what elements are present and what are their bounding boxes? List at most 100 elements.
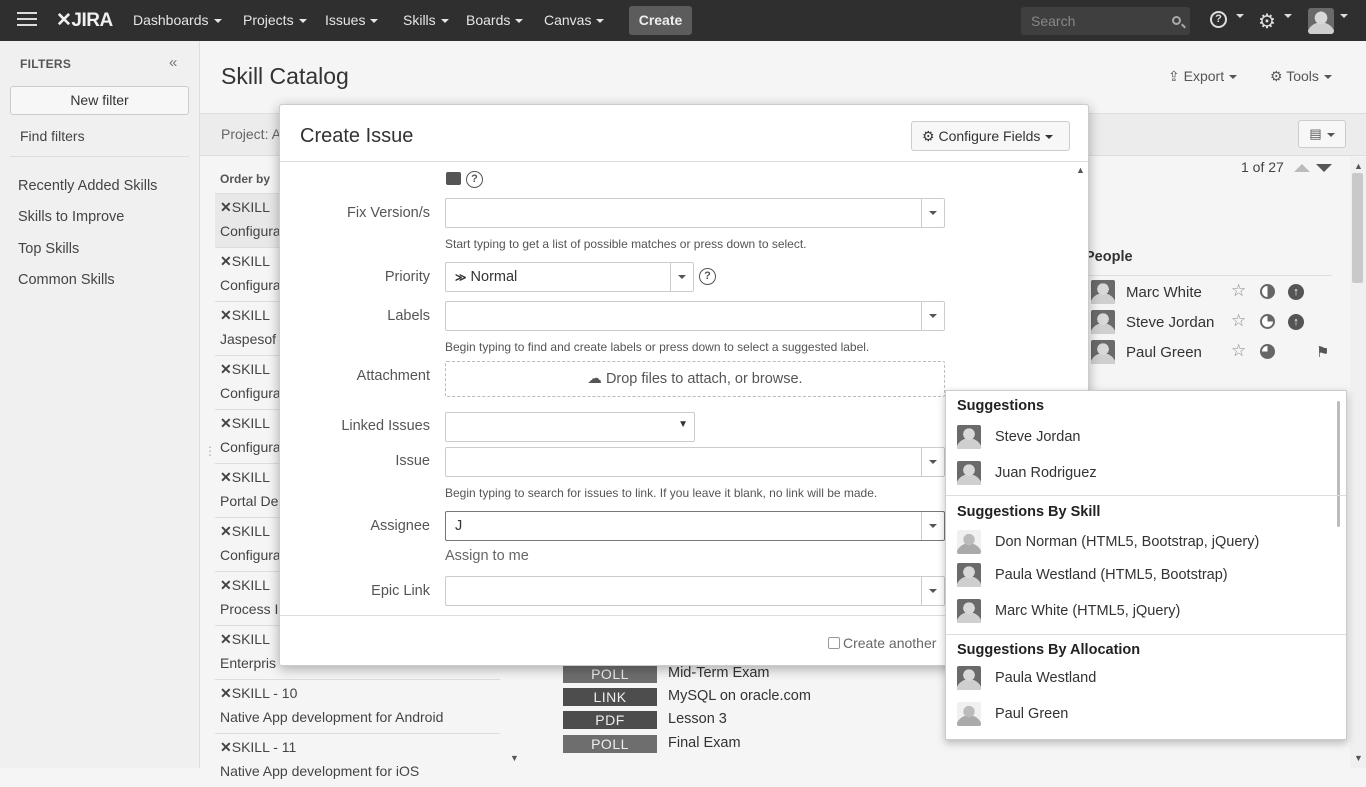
labels-input[interactable] bbox=[445, 301, 945, 331]
suggestion-item[interactable]: Paula Westland bbox=[957, 666, 1337, 692]
skill-icon: ✕ bbox=[220, 523, 232, 539]
attachment-title[interactable]: Mid-Term Exam bbox=[668, 665, 770, 681]
chevron-down-icon[interactable] bbox=[670, 263, 693, 291]
star-icon[interactable]: ☆ bbox=[1231, 311, 1246, 331]
suggestion-item[interactable]: Marc White (HTML5, jQuery) bbox=[957, 599, 1337, 625]
dialog-title: Create Issue bbox=[300, 125, 414, 147]
export-icon: ⇪ bbox=[1168, 68, 1180, 84]
page-title: Skill Catalog bbox=[221, 63, 349, 89]
avatar bbox=[1091, 280, 1115, 304]
previous-issue-icon[interactable] bbox=[1293, 164, 1310, 172]
project-filter[interactable]: Project: A bbox=[221, 126, 281, 142]
suggestion-item[interactable]: Paul Green bbox=[957, 702, 1337, 728]
configure-fields-button[interactable]: ⚙ Configure Fields bbox=[911, 121, 1070, 151]
dialog-header: Create Issue ⚙ Configure Fields bbox=[280, 105, 1088, 162]
create-another-checkbox[interactable]: Create another bbox=[828, 635, 936, 651]
assign-to-me-link[interactable]: Assign to me bbox=[445, 548, 529, 564]
collapse-sidebar-icon[interactable]: « bbox=[169, 54, 177, 71]
attachment-title[interactable]: Final Exam bbox=[668, 735, 741, 751]
person-name[interactable]: Paul Green bbox=[1126, 344, 1202, 361]
tools-button[interactable]: ⚙ Tools bbox=[1270, 68, 1332, 85]
person-name[interactable]: Steve Jordan bbox=[1126, 314, 1214, 331]
attachment-title[interactable]: Lesson 3 bbox=[668, 711, 727, 727]
priority-value: ≫ Normal bbox=[455, 269, 518, 285]
chevron-down-icon: ▼ bbox=[678, 419, 688, 430]
suggestion-item[interactable]: Juan Rodriguez bbox=[957, 461, 1337, 487]
nav-skills[interactable]: Skills bbox=[403, 12, 449, 28]
checkbox[interactable] bbox=[828, 637, 840, 649]
assignee-input[interactable]: J bbox=[445, 511, 945, 541]
scroll-down-icon[interactable]: ▼ bbox=[1354, 753, 1363, 763]
priority-select[interactable]: ≫ Normal bbox=[445, 262, 694, 292]
search-placeholder: Search bbox=[1031, 13, 1076, 29]
divider bbox=[946, 634, 1346, 635]
avatar bbox=[957, 425, 981, 449]
avatar bbox=[957, 666, 981, 690]
person-name[interactable]: Marc White bbox=[1126, 284, 1202, 301]
suggestion-item[interactable]: Steve Jordan bbox=[957, 425, 1337, 451]
find-filters-link[interactable]: Find filters bbox=[20, 128, 85, 144]
chevron-down-icon[interactable] bbox=[921, 302, 944, 330]
scrollbar-thumb[interactable] bbox=[1337, 401, 1340, 527]
flag-icon: ⚑ bbox=[1316, 344, 1330, 361]
cloud-upload-icon: ☁ bbox=[587, 371, 602, 387]
attachment-dropzone[interactable]: ☁ Drop files to attach, or browse. bbox=[445, 361, 945, 397]
suggestion-item[interactable]: Paula Westland (HTML5, Bootstrap) bbox=[957, 563, 1337, 589]
chevron-down-icon[interactable] bbox=[921, 448, 944, 476]
create-button[interactable]: Create bbox=[629, 6, 692, 35]
suggestion-item[interactable]: Don Norman (HTML5, Bootstrap, jQuery) bbox=[957, 530, 1337, 556]
scroll-up-icon[interactable]: ▲ bbox=[1076, 165, 1085, 175]
help-icon[interactable]: ? bbox=[1210, 11, 1227, 28]
next-issue-icon[interactable] bbox=[1315, 164, 1332, 172]
nav-projects[interactable]: Projects bbox=[243, 12, 307, 28]
nav-canvas[interactable]: Canvas bbox=[544, 12, 605, 28]
filter-common-skills[interactable]: Common Skills bbox=[18, 272, 115, 288]
filter-top-skills[interactable]: Top Skills bbox=[18, 241, 79, 257]
jira-logo[interactable]: ✕JIRA bbox=[56, 9, 113, 32]
nav-issues[interactable]: Issues bbox=[325, 12, 379, 28]
scroll-up-icon[interactable]: ▲ bbox=[1354, 161, 1363, 171]
filter-skills-to-improve[interactable]: Skills to Improve bbox=[18, 209, 124, 225]
star-icon[interactable]: ☆ bbox=[1231, 281, 1246, 301]
folder-icon[interactable] bbox=[446, 172, 461, 185]
new-filter-button[interactable]: New filter bbox=[10, 86, 189, 115]
nav-boards[interactable]: Boards bbox=[466, 12, 524, 28]
user-avatar[interactable] bbox=[1308, 8, 1334, 34]
star-icon[interactable]: ☆ bbox=[1231, 341, 1246, 361]
issue-help: Begin typing to search for issues to lin… bbox=[445, 486, 878, 500]
list-item[interactable]: ✕SKILL - 10 Native App development for An… bbox=[215, 679, 500, 733]
create-another-label: Create another bbox=[843, 635, 937, 651]
chevron-down-icon[interactable] bbox=[921, 512, 944, 540]
skill-icon: ✕ bbox=[220, 469, 232, 485]
chevron-down-icon[interactable] bbox=[921, 577, 944, 605]
search-input[interactable]: Search bbox=[1021, 7, 1190, 35]
order-by-label[interactable]: Order by bbox=[220, 172, 270, 186]
list-scroll-down-icon[interactable]: ▼ bbox=[510, 753, 519, 763]
chevron-down-icon[interactable] bbox=[921, 199, 944, 227]
chevron-down-icon bbox=[1284, 14, 1292, 18]
help-icon[interactable]: ? bbox=[699, 268, 716, 285]
nav-dashboards[interactable]: Dashboards bbox=[133, 12, 222, 28]
attachment-title[interactable]: MySQL on oracle.com bbox=[668, 688, 811, 704]
help-icon[interactable]: ? bbox=[466, 171, 483, 188]
list-item[interactable]: ✕SKILL - 11 Native App development for iO… bbox=[215, 733, 500, 787]
assignee-suggestions-dropdown: Suggestions Steve Jordan Juan Rodriguez … bbox=[945, 390, 1347, 740]
epic-link-label: Epic Link bbox=[371, 583, 430, 599]
scrollbar-thumb[interactable] bbox=[1352, 173, 1363, 283]
epic-link-input[interactable] bbox=[445, 576, 945, 606]
menu-icon[interactable] bbox=[17, 12, 37, 29]
layout-toggle-button[interactable]: ▤ bbox=[1298, 120, 1346, 148]
arrow-up-icon: ↑ bbox=[1288, 314, 1304, 330]
chevron-down-icon bbox=[370, 19, 379, 24]
suggestions-by-skill-heading: Suggestions By Skill bbox=[957, 504, 1101, 520]
export-button[interactable]: ⇪ Export bbox=[1168, 68, 1238, 85]
fix-version-select[interactable] bbox=[445, 198, 945, 228]
filter-recently-added-skills[interactable]: Recently Added Skills bbox=[18, 178, 157, 194]
issue-input[interactable] bbox=[445, 447, 945, 477]
gear-icon: ⚙ bbox=[922, 128, 935, 144]
chevron-down-icon bbox=[1323, 75, 1332, 80]
linked-issues-select[interactable]: ▼ bbox=[445, 412, 695, 442]
gear-icon[interactable]: ⚙ bbox=[1258, 9, 1276, 34]
attachment-label: Attachment bbox=[356, 368, 430, 384]
page-scrollbar[interactable]: ▲ ▼ bbox=[1350, 157, 1366, 768]
